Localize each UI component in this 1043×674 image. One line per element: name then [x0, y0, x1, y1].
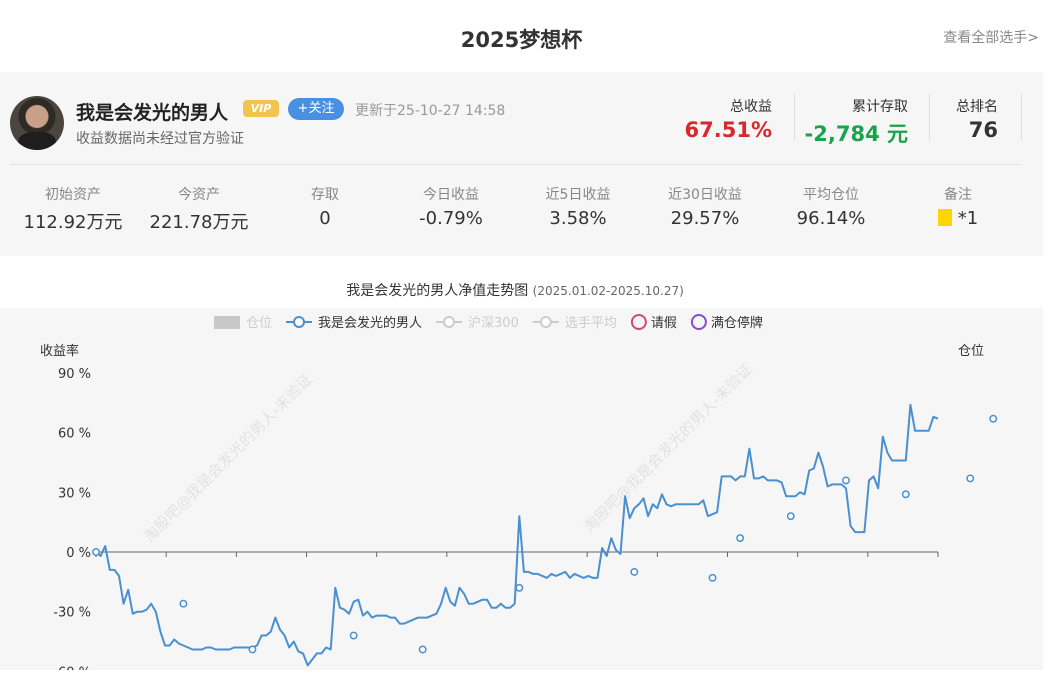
legend-label[interactable]: 满仓停牌 [711, 315, 763, 331]
total-return: 总收益 67.51% [660, 96, 772, 142]
unverified-note: 收益数据尚未经过官方验证 [76, 131, 244, 147]
stat-deposit: 存取 0 [260, 184, 390, 229]
follow-button[interactable]: +关注 [288, 98, 344, 120]
total-return-label: 总收益 [730, 99, 772, 115]
stat-label: 今资产 [178, 187, 220, 203]
data-point[interactable] [515, 583, 524, 592]
stat-value: 221.78万元 [149, 212, 249, 233]
page-title: 2025梦想杯 [460, 28, 583, 52]
y-tick-label: 0 % [66, 546, 91, 561]
data-point[interactable] [842, 476, 850, 485]
data-point[interactable] [708, 573, 717, 582]
data-point[interactable] [901, 490, 910, 499]
data-point[interactable] [418, 645, 427, 654]
legend-label[interactable]: 选手平均 [565, 316, 617, 331]
chart-title-text: 我是会发光的男人净值走势图 [346, 283, 529, 299]
view-all-link[interactable]: 查看全部选手> [943, 27, 1039, 47]
data-point[interactable] [989, 414, 998, 423]
cumulative-deposit: 累计存取 -2,784 元 [800, 96, 908, 148]
y-axis-title: 收益率 [40, 343, 79, 359]
data-point[interactable] [736, 534, 745, 543]
stat-value: -0.79% [419, 208, 483, 229]
legend-label[interactable]: 我是会发光的男人 [318, 315, 422, 331]
user-name[interactable]: 我是会发光的男人 [76, 98, 228, 125]
legend-marker-icon[interactable] [443, 316, 456, 328]
stat-label: 今日收益 [423, 187, 479, 203]
total-return-value: 67.51% [684, 118, 772, 142]
note-count: *1 [957, 208, 979, 229]
y-tick-label: 30 % [58, 486, 91, 501]
stat-today-return: 今日收益 -0.79% [386, 184, 516, 229]
stat-current-assets: 今资产 221.78万元 [134, 184, 264, 234]
data-point[interactable] [786, 512, 795, 521]
stat-label: 备注 [944, 187, 972, 203]
data-point[interactable] [966, 474, 975, 483]
legend-swatch[interactable] [214, 316, 240, 329]
profile-card: 我是会发光的男人 VIP +关注 更新于25-10-27 14:58 收益数据尚… [0, 72, 1043, 256]
y-tick-label: -30 % [53, 606, 91, 621]
legend-label[interactable]: 仓位 [246, 316, 272, 331]
legend-marker-icon[interactable] [539, 316, 552, 328]
stat-note: 备注 *1 [893, 184, 1023, 229]
stat-value: 29.57% [670, 208, 740, 229]
vip-badge: VIP [243, 100, 279, 117]
chart-date-range: (2025.01.02-2025.10.27) [532, 284, 684, 298]
legend-label[interactable]: 请假 [651, 316, 677, 331]
stat-value: 112.92万元 [23, 212, 123, 233]
chart-title: 我是会发光的男人净值走势图 (2025.01.02-2025.10.27) [0, 280, 1030, 300]
legend-ring-icon[interactable] [690, 314, 707, 330]
total-rank-label: 总排名 [956, 99, 998, 115]
chart-area: 淘股吧@我是会发光的男人-未验证 淘股吧@我是会发光的男人-未验证 仓位 我是会发光的… [0, 308, 1043, 674]
total-rank: 总排名 76 [930, 96, 998, 142]
y-tick-label: 60 % [58, 427, 91, 442]
data-point[interactable] [630, 567, 639, 576]
avatar[interactable] [10, 96, 64, 150]
stat-label: 近30日收益 [668, 187, 742, 203]
stat-value: 3.58% [549, 208, 607, 229]
data-point[interactable] [179, 599, 188, 608]
cumulative-deposit-value: -2,784 元 [804, 122, 908, 146]
top-bar: 2025梦想杯 查看全部选手> [0, 0, 1043, 72]
series-line-我是会发光的男人[interactable] [95, 403, 939, 667]
legend-ring-icon[interactable] [630, 314, 647, 330]
legend-marker-icon[interactable] [293, 316, 306, 328]
stat-value[interactable]: *1 [893, 208, 1023, 229]
divider [1021, 94, 1022, 140]
y2-axis-title: 仓位 [958, 344, 984, 359]
y-tick-label: -60 % [53, 665, 91, 670]
stat-5day-return: 近5日收益 3.58% [513, 184, 643, 229]
watermark-text: 淘股吧@我是会发光的男人-未验证 [140, 370, 316, 546]
stat-label: 近5日收益 [545, 187, 611, 203]
stat-label: 初始资产 [45, 187, 101, 203]
legend-label[interactable]: 沪深300 [468, 315, 519, 331]
stat-value: 0 [319, 208, 331, 229]
stat-30day-return: 近30日收益 29.57% [640, 184, 770, 229]
stat-initial-assets: 初始资产 112.92万元 [8, 184, 138, 234]
data-point[interactable] [349, 631, 358, 640]
stat-label: 存取 [311, 187, 339, 203]
data-point[interactable] [248, 645, 257, 654]
stat-avg-position: 平均仓位 96.14% [766, 184, 896, 229]
stat-value: 96.14% [796, 208, 866, 229]
note-marker-icon [937, 209, 952, 226]
net-value-chart[interactable]: 淘股吧@我是会发光的男人-未验证 淘股吧@我是会发光的男人-未验证 仓位 我是会发光的… [0, 308, 1043, 674]
cumulative-deposit-label: 累计存取 [852, 99, 908, 115]
total-rank-value: 76 [968, 118, 998, 142]
update-time: 更新于25-10-27 14:58 [355, 103, 506, 119]
stat-label: 平均仓位 [803, 187, 859, 203]
divider [10, 164, 1021, 165]
divider [794, 94, 795, 140]
watermark-text: 淘股吧@我是会发光的男人-未验证 [580, 360, 756, 536]
y-tick-label: 90 % [58, 367, 91, 382]
data-point[interactable] [92, 548, 100, 556]
